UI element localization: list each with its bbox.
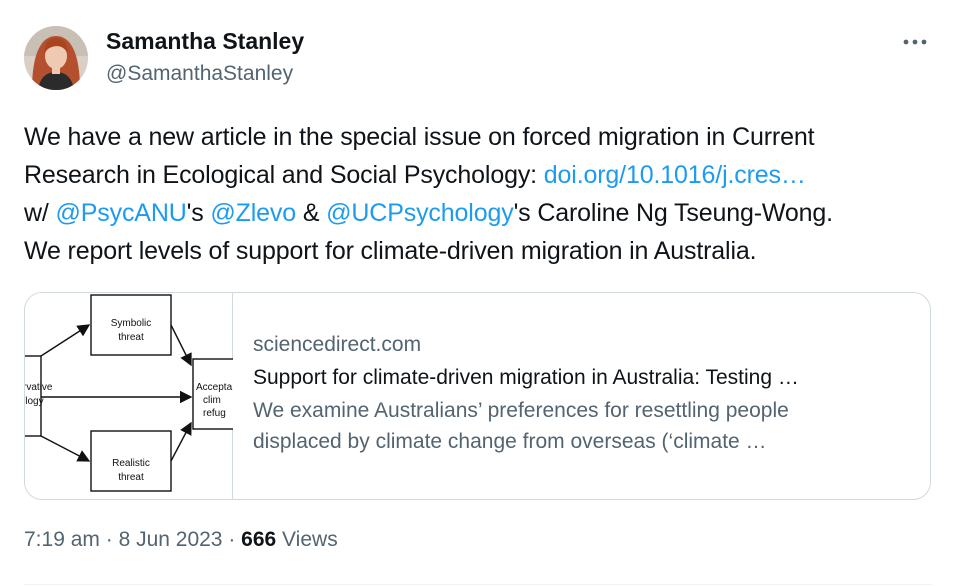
tweet-text-line: We report levels of support for climate-… [24, 237, 757, 265]
tweet-text-fragment: 's Caroline Ng Tseung-Wong. [513, 199, 834, 227]
tweet-time[interactable]: 7:19 am [24, 528, 100, 551]
meta-separator: · [222, 528, 242, 551]
tweet: Samantha Stanley @SamanthaStanley We hav… [0, 0, 956, 586]
tweet-text-fragment: Research in Ecological and Social Psycho… [24, 161, 544, 189]
card-description-line: displaced by climate change from oversea… [253, 430, 767, 453]
meta-separator: · [99, 528, 119, 551]
author-display-name[interactable]: Samantha Stanley [106, 28, 304, 55]
diagram-label: Symbolic [111, 318, 152, 329]
views-label: Views [276, 528, 338, 551]
diagram-label: threat [118, 332, 144, 343]
model-diagram-image: rvative ilogy Symbolic threat Realistic … [25, 294, 233, 492]
diagram-label: refug [203, 408, 226, 419]
author-handle[interactable]: @SamanthaStanley [106, 62, 293, 86]
card-title: Support for climate-driven migration in … [253, 366, 799, 389]
diagram-label: rvative [25, 382, 53, 393]
tweet-text: We have a new article in the special iss… [24, 118, 939, 270]
views-count: 666 [241, 528, 277, 551]
tweet-meta: 7:19 am · 8 Jun 2023 · 666 Views [24, 528, 338, 552]
tweet-text-line: Research in Ecological and Social Psycho… [24, 156, 939, 194]
avatar[interactable] [24, 26, 88, 90]
tweet-text-fragment: & [296, 199, 327, 227]
tweet-text-fragment: w/ [24, 199, 56, 227]
card-thumbnail: rvative ilogy Symbolic threat Realistic … [25, 293, 233, 499]
diagram-label: Accepta [196, 382, 233, 393]
more-horizontal-icon [903, 39, 927, 45]
tweet-text-line: w/ @PsycANU's @Zlevo & @UCPsychology's C… [24, 194, 939, 232]
card-description-line: We examine Australians’ preferences for … [253, 399, 789, 422]
link-preview-card[interactable]: rvative ilogy Symbolic threat Realistic … [24, 292, 931, 500]
tweet-text-fragment: 's [186, 199, 211, 227]
card-description: We examine Australians’ preferences for … [253, 395, 913, 457]
mention-ucpsychology[interactable]: @UCPsychology [326, 199, 514, 227]
diagram-label: ilogy [25, 396, 44, 407]
mention-zlevo[interactable]: @Zlevo [210, 199, 296, 227]
doi-link[interactable]: doi.org/10.1016/j.cres… [544, 161, 806, 189]
tweet-text-line: We have a new article in the special iss… [24, 123, 815, 151]
more-options-button[interactable] [898, 30, 932, 54]
diagram-label: threat [118, 472, 144, 483]
tweet-date[interactable]: 8 Jun 2023 [119, 528, 223, 551]
mention-psycanu[interactable]: @PsycANU [56, 199, 187, 227]
avatar-photo [24, 26, 88, 90]
card-domain: sciencedirect.com [253, 333, 422, 356]
diagram-label: Realistic [112, 458, 150, 469]
divider [24, 584, 932, 585]
card-body: sciencedirect.com Support for climate-dr… [253, 331, 913, 457]
diagram-label: clim [203, 395, 221, 406]
